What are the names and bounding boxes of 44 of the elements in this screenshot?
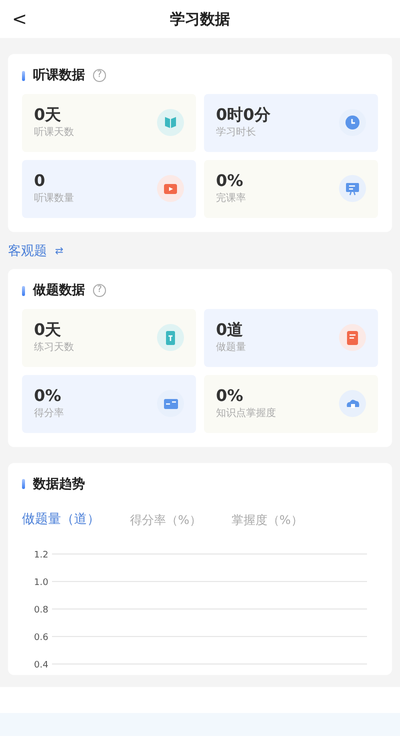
card-icon: [157, 390, 184, 417]
stat-label: 做题量: [216, 340, 246, 355]
title-marker: [22, 70, 25, 81]
axis-tick-label: 0.4: [34, 660, 48, 668]
stat-value: 0%: [216, 386, 244, 406]
stat-value: 0: [34, 171, 46, 191]
stat-label: 完课率: [216, 192, 246, 206]
stat-label: 得分率: [34, 406, 64, 421]
stat-label: 学习时长: [216, 126, 257, 140]
section-title: 数据趋势: [33, 476, 85, 494]
back-button[interactable]: <: [6, 4, 34, 35]
stat-label: 听课天数: [34, 126, 74, 140]
stat-value: 0道: [216, 320, 244, 340]
axis-tick-label: 1.2: [34, 550, 48, 560]
category-selector[interactable]: 客观题: [8, 242, 47, 261]
chart-tab[interactable]: 掌握度（%）: [231, 510, 303, 529]
cloud-icon: [339, 390, 366, 417]
switch-icon[interactable]: ⇄: [55, 244, 64, 259]
section-title: 听课数据: [33, 67, 85, 85]
axis-tick-label: 0.6: [34, 632, 48, 642]
stat-value: 0天: [34, 320, 62, 340]
stat-label: 听课数量: [34, 192, 74, 206]
title-marker: [22, 479, 25, 490]
stat-value: 0时0分: [216, 105, 270, 125]
section-title: 做题数据: [33, 282, 85, 300]
stat-value: 0%: [34, 386, 62, 406]
stat-label: 练习天数: [34, 340, 74, 355]
help-icon[interactable]: ?: [93, 284, 106, 298]
stat-value: 0%: [216, 171, 244, 191]
help-icon[interactable]: ?: [93, 69, 106, 82]
video-icon: [157, 175, 184, 202]
note-icon: [339, 324, 366, 351]
axis-tick-label: 1.0: [34, 578, 48, 588]
stat-value: 0天: [34, 105, 62, 125]
chart-tab[interactable]: 得分率（%）: [130, 510, 202, 529]
tablet-icon: [157, 324, 184, 351]
screen-icon: [339, 175, 366, 202]
chart-tab[interactable]: 做题量（道）: [22, 510, 100, 530]
axis-tick-label: 0.8: [34, 605, 48, 615]
stat-label: 知识点掌握度: [216, 406, 276, 421]
page-title: 学习数据: [170, 9, 230, 30]
book-icon: [157, 109, 184, 136]
clock-icon: [339, 109, 366, 136]
title-marker: [22, 286, 25, 296]
